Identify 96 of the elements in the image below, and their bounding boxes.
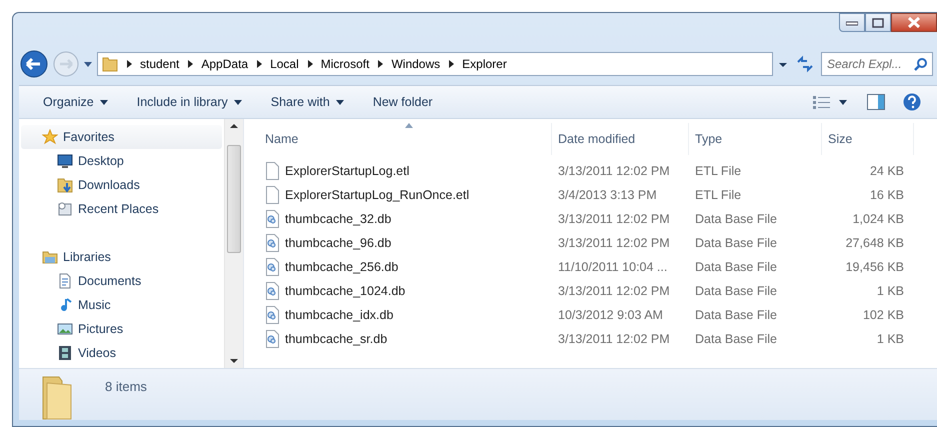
table-cell-text: 1 KB (876, 282, 905, 300)
breadcrumb-item[interactable]: Microsoft (320, 55, 370, 73)
table-cell-text: 3/13/2011 12:02 PM (557, 234, 671, 252)
database-file-icon (265, 210, 280, 228)
minimize-icon (846, 20, 858, 26)
sidebar-item[interactable]: Videos (19, 341, 224, 365)
caret-icon (336, 100, 344, 104)
file-name[interactable]: ExplorerStartupLog_RunOnce.etl (259, 186, 552, 204)
sidebar-item[interactable]: Desktop (19, 149, 224, 173)
search-field[interactable]: Search Expl... (821, 52, 933, 76)
scroll-down-icon[interactable] (230, 358, 238, 364)
table-cell-text: ETL File (694, 162, 742, 180)
caret-icon (100, 100, 108, 104)
file-icon (265, 162, 280, 180)
database-file-icon (265, 282, 280, 300)
breadcrumb-item[interactable]: AppData (201, 55, 248, 73)
document-icon (57, 273, 73, 289)
file-name[interactable]: thumbcache_96.db (259, 234, 552, 252)
caret-icon[interactable] (839, 100, 847, 104)
back-icon[interactable] (19, 49, 49, 79)
database-file-icon (265, 258, 280, 276)
item-count: 8 items (105, 378, 147, 396)
table-cell-text: Data Base File (694, 330, 778, 348)
table-cell-text: 3/13/2011 12:02 PM (557, 210, 671, 228)
monitor-icon (57, 153, 73, 169)
address-bar[interactable]: student AppData Local Microsoft Windows Explorer (97, 52, 773, 76)
file-name[interactable]: thumbcache_sr.db (259, 330, 552, 348)
file-name[interactable]: thumbcache_idx.db (259, 306, 552, 324)
picture-icon (57, 321, 73, 337)
star-icon (42, 129, 58, 145)
file-name[interactable]: ExplorerStartupLog.etl (259, 162, 552, 180)
column-header[interactable]: Type (689, 123, 822, 155)
chevron-icon[interactable] (306, 60, 313, 68)
sidebar-item[interactable]: Music (19, 293, 224, 317)
caret-icon (234, 100, 242, 104)
view-options-icon[interactable] (813, 95, 831, 109)
table-cell-text: 3/13/2011 12:02 PM (557, 162, 671, 180)
sidebar-item[interactable]: Libraries (21, 245, 222, 269)
file-name[interactable]: thumbcache_256.db (259, 258, 552, 276)
maximize-button[interactable] (865, 13, 891, 32)
breadcrumb-item[interactable]: Local (270, 55, 299, 73)
toolbar-button[interactable]: Organize (35, 90, 116, 114)
toolbar-button[interactable]: Share with (262, 90, 352, 114)
preview-pane-icon[interactable] (867, 94, 885, 110)
scroll-up-icon[interactable] (230, 123, 238, 129)
sidebar-item[interactable]: Favorites (21, 125, 222, 149)
close-icon (908, 17, 920, 28)
table-cell-text: ETL File (694, 186, 742, 204)
table-cell-text: 3/13/2011 12:02 PM (557, 330, 671, 348)
maximize-icon (872, 18, 884, 28)
table-cell-text: 1,024 KB (852, 210, 905, 228)
chevron-icon[interactable] (377, 60, 384, 68)
scrollbar[interactable] (224, 119, 243, 368)
search-icon[interactable] (914, 57, 928, 71)
chevron-icon[interactable] (187, 60, 194, 68)
chevron-icon[interactable] (256, 60, 262, 68)
table-cell-text: 16 KB (868, 186, 905, 204)
column-header[interactable]: Date modified (552, 123, 689, 155)
minimize-button[interactable] (839, 13, 865, 32)
file-icon (265, 186, 280, 204)
database-file-icon (265, 330, 280, 348)
sidebar-item[interactable]: Downloads (19, 173, 224, 197)
file-name[interactable]: thumbcache_32.db (259, 210, 552, 228)
film-icon (57, 345, 73, 361)
chevron-icon[interactable] (448, 60, 454, 68)
table-cell-text: Data Base File (694, 234, 778, 252)
toolbar-button[interactable]: New folder (364, 90, 441, 114)
table-cell-text: Data Base File (694, 306, 778, 324)
column-header[interactable]: Size (822, 123, 914, 155)
breadcrumb-item[interactable]: Explorer (462, 55, 507, 73)
toolbar-button[interactable]: Include in library (128, 90, 250, 114)
table-cell-text: 10/3/2012 9:03 AM (557, 306, 664, 324)
table-cell-text: Data Base File (694, 282, 778, 300)
table-cell-text: 3/4/2013 3:13 PM (557, 186, 658, 204)
breadcrumb-item[interactable]: student (140, 55, 180, 73)
sidebar-item[interactable]: Recent Places (19, 197, 224, 221)
table-cell-text: Data Base File (694, 210, 778, 228)
database-file-icon (265, 234, 280, 252)
close-button[interactable] (891, 13, 937, 32)
sidebar-item[interactable]: Documents (19, 269, 224, 293)
table-cell-text: 27,648 KB (844, 234, 905, 252)
caret-icon[interactable] (83, 60, 93, 68)
table-cell-text: 24 KB (868, 162, 905, 180)
sidebar-item[interactable]: Pictures (19, 317, 224, 341)
table-cell-text: Data Base File (694, 258, 778, 276)
table-cell-text: 102 KB (862, 306, 905, 324)
file-name[interactable]: thumbcache_1024.db (259, 282, 552, 300)
database-file-icon (265, 306, 280, 324)
help-icon[interactable] (903, 93, 921, 111)
table-cell-text: 11/10/2011 10:04 ... (557, 258, 668, 276)
breadcrumb-item[interactable]: Windows (391, 55, 440, 73)
column-header[interactable]: Name (259, 123, 552, 155)
table-cell-text: 19,456 KB (844, 258, 905, 276)
chevron-icon[interactable] (126, 60, 132, 68)
table-cell-text: 1 KB (876, 330, 905, 348)
table-cell-text: 3/13/2011 12:02 PM (557, 282, 671, 300)
